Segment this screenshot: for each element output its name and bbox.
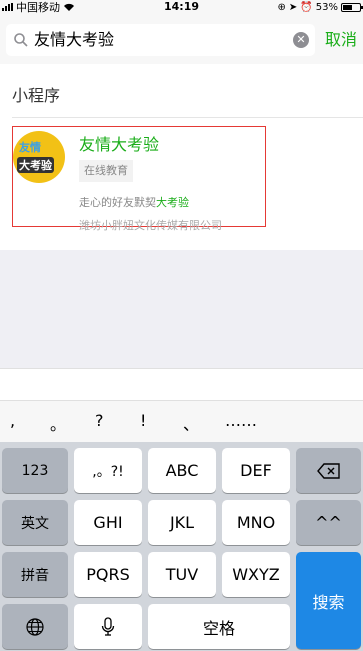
- mini-program-name: 友情大考验: [79, 135, 160, 154]
- punct-key[interactable]: ……: [225, 411, 257, 430]
- globe-key[interactable]: [2, 604, 68, 649]
- punct-key[interactable]: !: [140, 411, 146, 430]
- search-query-text: 友情大考验: [34, 30, 115, 49]
- punctuation-bar: , 。 ? ! 、 ……: [0, 400, 363, 442]
- search-input[interactable]: 友情大考验 ✕: [6, 24, 315, 56]
- backspace-icon: [316, 462, 340, 479]
- alarm-icon: ⏰: [300, 1, 313, 13]
- mini-program-avatar: 友情 大考验: [13, 131, 65, 183]
- lock-rotation-icon: ⊕: [277, 1, 286, 13]
- key-wxyz[interactable]: WXYZ: [222, 552, 290, 597]
- battery-icon: [341, 2, 363, 12]
- mic-key[interactable]: [74, 604, 142, 649]
- space-key[interactable]: 空格: [148, 604, 290, 649]
- category-tag: 在线教育: [79, 160, 133, 182]
- keyboard: 123 ,。?! ABC DEF 英文 GHI JKL MNO ^^ 拼音 PQ…: [0, 442, 363, 651]
- key-punct[interactable]: ,。?!: [74, 448, 142, 493]
- key-pqrs[interactable]: PQRS: [74, 552, 142, 597]
- punct-key[interactable]: ?: [95, 411, 104, 430]
- results-panel: 小程序 友情 大考验 友情大考验 在线教育 走心的好友默契大考验 潍坊小胖妞文化…: [0, 64, 363, 250]
- keyboard-candidate-area: [0, 368, 363, 400]
- key-mno[interactable]: MNO: [222, 500, 290, 545]
- search-icon: [14, 33, 28, 47]
- key-123[interactable]: 123: [2, 448, 68, 493]
- search-key[interactable]: 搜索: [296, 552, 361, 649]
- key-tuv[interactable]: TUV: [148, 552, 216, 597]
- delete-key[interactable]: [296, 448, 361, 493]
- globe-icon: [26, 617, 44, 636]
- mini-program-result[interactable]: 友情 大考验 友情大考验 在线教育 走心的好友默契大考验 潍坊小胖妞文化传媒有限…: [12, 126, 266, 232]
- key-ghi[interactable]: GHI: [74, 500, 142, 545]
- search-header: 友情大考验 ✕ 取消: [0, 14, 363, 64]
- key-jkl[interactable]: JKL: [148, 500, 216, 545]
- status-bar: 中国移动 14:19 ⊕ ➤ ⏰ 53%: [0, 0, 363, 14]
- section-title: 小程序: [12, 86, 61, 105]
- avatar-text-bottom: 大考验: [17, 157, 54, 173]
- punct-key[interactable]: 。: [50, 411, 66, 435]
- punct-key[interactable]: ,: [10, 411, 15, 430]
- microphone-icon: [101, 616, 115, 636]
- cancel-button[interactable]: 取消: [325, 24, 357, 56]
- punct-key[interactable]: 、: [183, 411, 199, 435]
- clear-icon[interactable]: ✕: [293, 32, 309, 48]
- key-emoticon[interactable]: ^^: [296, 500, 361, 545]
- key-abc[interactable]: ABC: [148, 448, 216, 493]
- key-english[interactable]: 英文: [2, 500, 68, 545]
- battery-percent: 53%: [315, 1, 338, 13]
- key-def[interactable]: DEF: [222, 448, 290, 493]
- key-pinyin[interactable]: 拼音: [2, 552, 68, 597]
- location-icon: ➤: [288, 1, 298, 13]
- mini-program-description: 走心的好友默契大考验: [79, 196, 189, 209]
- avatar-text-top: 友情: [19, 141, 41, 154]
- company-name: 潍坊小胖妞文化传媒有限公司: [79, 219, 222, 232]
- divider: [12, 117, 363, 118]
